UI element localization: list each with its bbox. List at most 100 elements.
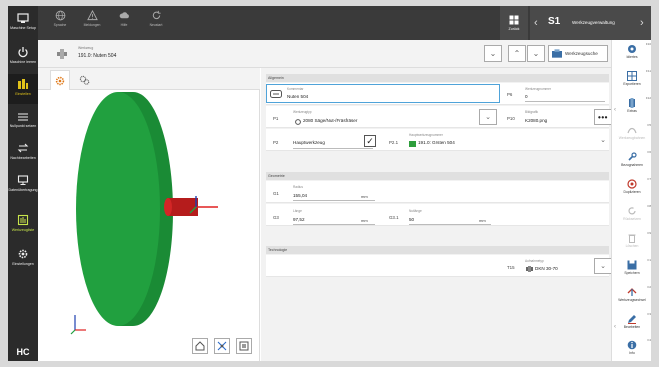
sidebar-item-machine-setup[interactable]: Maschine Setup: [8, 8, 38, 38]
sidebar-right-item-9[interactable]: F1 Speichern: [612, 256, 651, 283]
sidebar-right-item-11[interactable]: F3 Bearbeiten: [612, 310, 651, 337]
t15-dropdown[interactable]: ⌄: [594, 258, 612, 274]
comment-caption: Kommentar: [287, 87, 304, 91]
p21-dropdown[interactable]: ⌄: [594, 132, 612, 148]
grid-tools-icon: [627, 70, 638, 81]
p2-underline: [293, 148, 373, 149]
p10-browse-button[interactable]: •••: [594, 109, 612, 125]
sidebar-right-item-12[interactable]: F4 Info: [612, 336, 651, 361]
sidebar-right-label: Werkzeugwechsel: [618, 298, 646, 302]
geometry-row-2: [266, 204, 609, 226]
sidebar-right-label: Duplizieren: [623, 190, 641, 194]
help-button[interactable]: Hilfe: [110, 10, 138, 36]
sidebar-right-item-5[interactable]: F6 Bezugnahmen: [612, 148, 651, 175]
function-key: F7: [647, 177, 651, 181]
tab-settings[interactable]: [50, 70, 70, 90]
tool-search-button[interactable]: Werkzeugsuche: [548, 45, 608, 62]
previous-tool-button[interactable]: ⌃: [508, 45, 526, 62]
chevron-right-icon[interactable]: ›: [640, 17, 644, 29]
cloud-icon: [119, 12, 129, 19]
sidebar-item-data-transfer[interactable]: Datenübertragung: [8, 170, 38, 200]
machine-icon: [16, 11, 30, 25]
view-frame-button[interactable]: [236, 338, 252, 354]
g3-value[interactable]: 97,52: [293, 217, 305, 222]
sidebar-item-label: Einstellen: [15, 92, 31, 96]
p1-value[interactable]: 2080 Säge/Nut-/Fräsfräser: [303, 118, 357, 123]
sidebar-right-item-1[interactable]: F10 Idiertes: [612, 40, 651, 67]
sidebar-item-settings[interactable]: Einstellungen: [8, 244, 38, 274]
frame-view-icon: [239, 341, 249, 351]
sidebar-item-tool-list[interactable]: Werkzeugliste: [8, 210, 38, 240]
chevron-down-icon: ⌄: [600, 137, 606, 144]
tab-multi-settings[interactable]: [74, 70, 94, 90]
p1-dropdown[interactable]: ⌄: [479, 109, 497, 125]
restart-button[interactable]: Neustart: [142, 10, 170, 36]
tool-3d-view: [38, 68, 260, 361]
view-fit-button[interactable]: [214, 338, 230, 354]
g1-value[interactable]: 155,04: [293, 193, 307, 198]
back-button[interactable]: Zurück: [500, 6, 528, 40]
tool-select-dropdown[interactable]: ⌄: [484, 45, 502, 62]
section-general: Allgemein: [266, 74, 609, 82]
function-key: F4: [647, 338, 651, 342]
gears-icon: [79, 75, 89, 85]
comment-field[interactable]: Kommentar Nuten 504: [266, 84, 500, 103]
main-tool-checkbox[interactable]: ✓: [364, 135, 376, 147]
g3-id: G3: [273, 215, 279, 220]
fit-view-icon: [217, 341, 227, 351]
g1-id: G1: [273, 191, 279, 196]
g1-unit: mm: [361, 194, 368, 199]
p10-id: P10: [507, 116, 515, 121]
p10-caption: Bildgrafik: [525, 110, 539, 114]
p6-value[interactable]: 0: [525, 94, 528, 99]
power-icon: [16, 45, 30, 59]
sidebar-right-label: Löschen: [625, 244, 639, 248]
sidebar-right-item-7: F8 Rücksetzen: [612, 202, 651, 229]
p21-id: P2.1: [389, 140, 399, 145]
sidebar-right-item-3[interactable]: F12 Extras: [612, 94, 651, 121]
save-icon: [627, 259, 638, 270]
t15-caption: Aufnahmetyp: [525, 259, 544, 263]
toolbar-button-label: Hilfe: [120, 23, 128, 27]
g31-value[interactable]: 50: [409, 217, 414, 222]
function-key: F11: [646, 69, 651, 73]
tool-data-icon: [627, 43, 638, 54]
sidebar-item-label: Maschine leeren: [9, 60, 37, 64]
sidebar-right-label: Rücksetzen: [623, 217, 641, 221]
chevron-down-icon: ⌄: [600, 263, 606, 270]
tool-model-svg: [70, 92, 218, 335]
sidebar-right-item-6[interactable]: F7 Duplizieren: [612, 175, 651, 202]
messages-button[interactable]: Meldungen: [78, 10, 106, 36]
sidebar-item-zero-point[interactable]: Nullpunkt setzen: [8, 106, 38, 136]
sidebar-right-label: Speichern: [624, 271, 640, 275]
sidebar-item-machine-clear[interactable]: Maschine leeren: [8, 42, 38, 72]
language-button[interactable]: Sprache: [46, 10, 74, 36]
sidebar-item-post-process[interactable]: Nachbearbeiten: [8, 138, 38, 168]
tool-list-icon: [16, 213, 30, 227]
p21-caption: Hauptwerkzeugnummer: [409, 133, 443, 137]
edit-icon: [627, 313, 638, 324]
chevron-left-icon[interactable]: ‹: [534, 17, 538, 29]
general-row-2: [266, 106, 609, 128]
duplicate-icon: [627, 178, 638, 189]
spindle-face: [164, 198, 172, 216]
reset-icon: [627, 205, 638, 216]
next-tool-button[interactable]: ⌄: [527, 45, 545, 62]
sidebar-right-item-10[interactable]: F2 Werkzeugwechsel: [612, 283, 651, 310]
view-home-button[interactable]: [192, 338, 208, 354]
toolbar-button-label: Sprache: [53, 23, 67, 27]
sidebar-right-label: Bearbeiten: [623, 325, 641, 329]
sidebar-item-setup[interactable]: Einstellen: [8, 74, 38, 104]
main-tool-icon: [409, 141, 416, 147]
p21-value[interactable]: 191.0: Grsten 504: [418, 140, 455, 145]
p10-value[interactable]: K2080.png: [525, 118, 547, 123]
p1-caption: Werkzeugtyp: [293, 110, 312, 114]
tool-type-icon: [295, 119, 301, 125]
sidebar-right-label: Werkzeugbahnen: [618, 136, 646, 140]
sidebar-right-item-2[interactable]: F11 Exportieren: [612, 67, 651, 94]
chevron-down-icon: ⌄: [485, 114, 491, 121]
chevron-left-icon[interactable]: ‹: [614, 107, 616, 113]
sidebar-right-label: Extras: [627, 109, 637, 113]
t15-value[interactable]: DKN 30-70: [535, 266, 558, 271]
g31-id: G3.1: [389, 215, 399, 220]
